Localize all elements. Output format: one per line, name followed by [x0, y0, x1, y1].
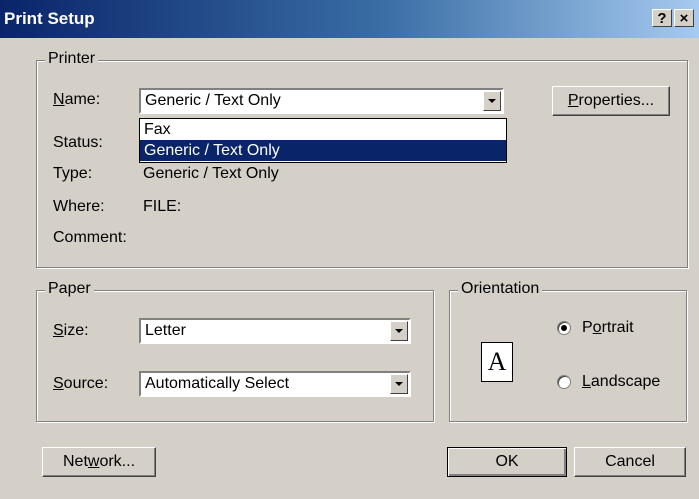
- printer-name-select[interactable]: Generic / Text Only: [139, 88, 504, 114]
- paper-size-value: Letter: [145, 322, 186, 339]
- paper-source-value: Automatically Select: [145, 375, 290, 392]
- landscape-radio[interactable]: [557, 375, 571, 389]
- help-button[interactable]: ?: [652, 9, 672, 27]
- paper-group: Paper: [36, 280, 434, 422]
- title-bar: Print Setup ? ×: [0, 0, 699, 38]
- ok-button[interactable]: OK: [447, 447, 567, 477]
- type-label: Type:: [53, 165, 93, 182]
- where-label: Where:: [53, 198, 105, 215]
- comment-label: Comment:: [53, 229, 127, 246]
- chevron-down-icon[interactable]: [483, 91, 501, 111]
- status-label: Status:: [53, 134, 103, 151]
- paper-size-select[interactable]: Letter: [139, 318, 411, 344]
- where-value: FILE:: [143, 198, 182, 215]
- paper-source-select[interactable]: Automatically Select: [139, 371, 411, 397]
- properties-button[interactable]: Properties...: [552, 86, 670, 116]
- chevron-down-icon[interactable]: [390, 374, 408, 394]
- portrait-label[interactable]: Portrait: [582, 319, 634, 337]
- radio-selected-dot: [561, 325, 567, 331]
- printer-name-value: Generic / Text Only: [145, 92, 281, 109]
- chevron-down-icon[interactable]: [390, 321, 408, 341]
- help-icon: ?: [657, 10, 667, 27]
- portrait-page-icon: A: [481, 342, 513, 382]
- network-button[interactable]: Network...: [42, 447, 156, 477]
- window-title: Print Setup: [4, 9, 95, 28]
- dropdown-option-generic[interactable]: Generic / Text Only: [140, 140, 506, 161]
- printer-legend: Printer: [45, 50, 99, 68]
- size-label: Size:: [53, 322, 89, 339]
- close-button[interactable]: ×: [674, 9, 694, 27]
- name-label: Name:: [53, 91, 101, 108]
- source-label: Source:: [53, 375, 109, 392]
- close-icon: ×: [679, 10, 689, 27]
- landscape-label[interactable]: Landscape: [582, 373, 660, 391]
- dropdown-option-fax[interactable]: Fax: [140, 119, 506, 140]
- portrait-radio[interactable]: [557, 321, 571, 335]
- cancel-button[interactable]: Cancel: [574, 447, 686, 477]
- printer-dropdown-list[interactable]: Fax Generic / Text Only: [139, 118, 507, 163]
- paper-legend: Paper: [45, 280, 94, 298]
- type-value: Generic / Text Only: [143, 165, 279, 182]
- orientation-legend: Orientation: [458, 280, 543, 298]
